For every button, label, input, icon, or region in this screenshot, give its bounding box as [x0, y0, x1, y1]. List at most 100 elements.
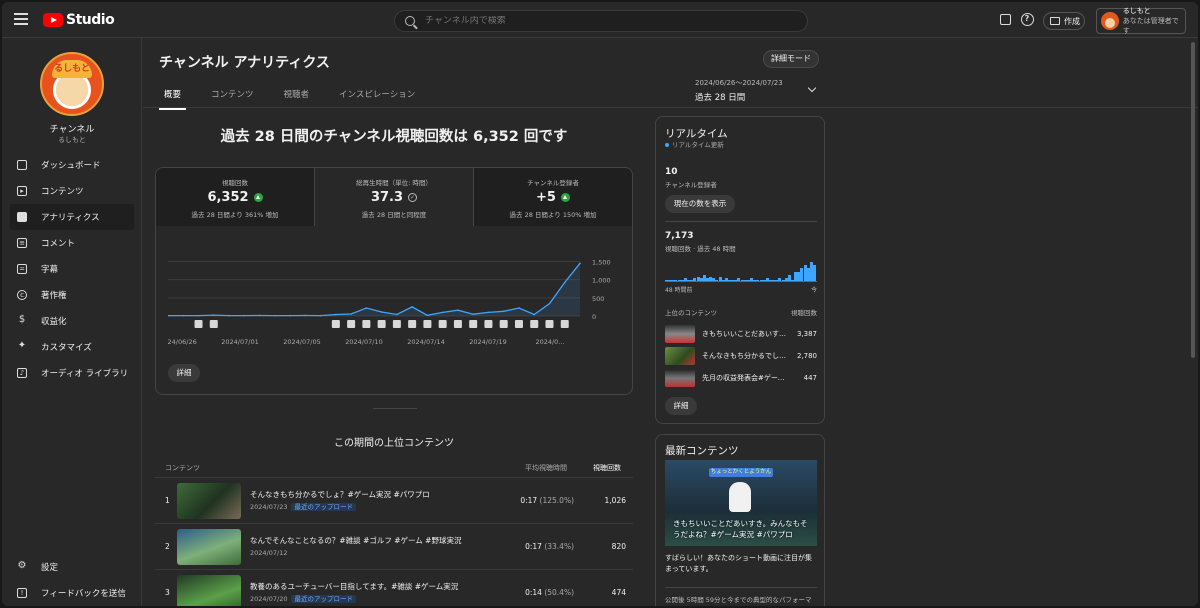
sidebar-item-dashboard[interactable]: ダッシュボード	[10, 152, 134, 178]
advanced-mode-button[interactable]: 詳細モード	[763, 50, 819, 68]
video-title[interactable]: なんでそんなことなるの？#雑談 #ゴルフ #ゲーム #野球実況	[250, 535, 510, 547]
tab-divider	[143, 107, 1198, 108]
sidebar-item-monetization[interactable]: $ 収益化	[10, 308, 134, 334]
sidebar-item-copyright[interactable]: c 著作権	[10, 282, 134, 308]
video-marker-icon	[392, 320, 401, 328]
youtube-play-icon	[43, 13, 63, 27]
hamburger-menu-icon[interactable]	[14, 13, 28, 25]
chart-detail-button[interactable]: 詳細	[168, 364, 200, 382]
x-tick-label: 2024/06/26	[168, 338, 197, 346]
channel-name: チャンネル	[49, 125, 95, 135]
realtime-list-item[interactable]: 先月の収益発表会#ゲーム… 447	[665, 369, 817, 387]
data-point	[319, 314, 322, 317]
arrow-up-icon	[560, 193, 570, 202]
sidebar-item-analytics[interactable]: アナリティクス	[10, 204, 134, 230]
metric-sub: 過去 28 日間より 361% 増加	[191, 211, 279, 219]
views-line-chart[interactable]: 1,500 1,000 500 0 2024/06/26 2024/07/01 2024/0…	[168, 248, 622, 358]
search-input[interactable]	[425, 16, 785, 26]
search-icon[interactable]	[405, 16, 415, 26]
item-title: そんなきもち分かるでし…	[702, 352, 786, 360]
data-point	[380, 311, 383, 313]
sidebar-item-subtitles[interactable]: = 字幕	[10, 256, 134, 282]
video-marker-icon	[209, 320, 218, 328]
avatar-cap-text: るしもと	[52, 60, 92, 78]
realtime-list-item[interactable]: そんなきもち分かるでし… 2,780	[665, 347, 817, 365]
video-title[interactable]: 教養のあるユーチューバー目指してます。#雑談 #ゲーム実況	[250, 581, 510, 593]
data-point	[411, 306, 413, 308]
avg-duration: 0:17	[525, 542, 542, 551]
account-switcher[interactable]: るしもと あなたは管理者です	[1096, 7, 1186, 35]
metric-sub: 過去 28 日間と同程度	[361, 211, 427, 219]
series-line	[168, 262, 581, 317]
metric-watch-time[interactable]: 総再生時間（単位: 時間） 37.3 ✓ 過去 28 日間と同程度	[315, 168, 474, 226]
sidebar-item-label: 著作権	[41, 291, 67, 301]
studio-logo[interactable]: Studio	[43, 12, 115, 28]
subtitles-icon[interactable]	[998, 12, 1012, 26]
metric-views[interactable]: 視聴回数 6,352 過去 28 日間より 361% 増加	[156, 168, 315, 226]
video-marker-icon	[438, 320, 447, 328]
recent-upload-badge: 最近のアップロード	[291, 594, 356, 603]
gear-icon: ⚙	[17, 560, 27, 571]
show-current-count-button[interactable]: 現在の数を表示	[665, 195, 735, 213]
latest-video-thumbnail[interactable]: ちょっとかくとようかん きもちいいことだあいすき。みんなもそうだよね？#ゲーム実…	[665, 460, 817, 546]
video-marker-icon	[347, 320, 356, 328]
col-header-views[interactable]: 視聴回数	[567, 463, 627, 473]
video-marker-icon	[469, 320, 478, 328]
create-label: 作成	[1064, 16, 1080, 26]
sidebar-item-customization[interactable]: ✦ カスタマイズ	[10, 334, 134, 360]
avg-duration: 0:14	[525, 588, 542, 597]
latest-content-title: 最新コンテンツ	[665, 445, 739, 457]
video-marker-icon	[514, 320, 523, 328]
sidebar-item-label: ダッシュボード	[41, 161, 101, 171]
avg-percent: (125.0%)	[539, 496, 574, 505]
data-point	[396, 313, 398, 316]
page-scrollbar[interactable]	[1191, 42, 1195, 358]
item-views: 2,780	[796, 352, 817, 360]
metric-subscribers[interactable]: チャンネル登録者 +5 過去 28 日間より 150% 増加	[474, 168, 632, 226]
views-count: 1,026	[604, 496, 626, 505]
account-name: るしもと	[1122, 7, 1151, 15]
data-point	[197, 314, 200, 317]
sidebar-item-feedback[interactable]: ! フィードバックを送信	[10, 580, 134, 606]
video-add-icon	[1050, 17, 1060, 25]
sidebar-item-content[interactable]: ▸ コンテンツ	[10, 178, 134, 204]
table-row[interactable]: 1 そんなきもち分かるでしょ？#ゲーム実況 #パワプロ 2024/07/23 最近…	[155, 478, 633, 524]
logo-text: Studio	[66, 12, 115, 28]
video-thumbnail	[665, 347, 695, 365]
y-tick-label: 500	[592, 295, 604, 303]
realtime-bar-chart[interactable]	[665, 253, 817, 282]
col-header-avg[interactable]: 平均視聴時間	[507, 463, 567, 473]
latest-video-caption: きもちいいことだあいすき。みんなもそうだよね？#ゲーム実況 #パワプロ	[673, 519, 808, 539]
x-tick-label: 2024/07/14	[407, 338, 444, 346]
main-content: チャンネル アナリティクス 詳細モード 概要 コンテンツ 視聴者 インスピレーシ…	[143, 38, 1198, 606]
search-box[interactable]	[394, 10, 808, 32]
table-row[interactable]: 2 なんでそんなことなるの？#雑談 #ゴルフ #ゲーム #野球実況 2024/0…	[155, 524, 633, 570]
video-marker-icon	[362, 320, 371, 328]
video-date: 2024/07/23	[250, 502, 288, 511]
x-tick-label: 2024/07/05	[283, 338, 320, 346]
divider	[665, 587, 817, 588]
sidebar-item-comments[interactable]: ≡ コメント	[10, 230, 134, 256]
date-range-text: 2024/06/26～2024/07/23	[695, 79, 783, 87]
x-tick-label: 2024/0...	[535, 338, 564, 346]
channel-avatar[interactable]: るしもと	[40, 52, 104, 116]
realtime-list-item[interactable]: きもちいいことだあいすき… 3,387	[665, 325, 817, 343]
video-marker-icon	[484, 320, 493, 328]
page-title: チャンネル アナリティクス	[159, 55, 330, 71]
top-content-table: コンテンツ 平均視聴時間 視聴回数 1 そんなきもち分かるでしょ？#ゲーム実況 …	[155, 458, 633, 606]
create-button[interactable]: 作成	[1043, 12, 1085, 30]
sidebar-item-label: フィードバックを送信	[41, 589, 126, 599]
sidebar-item-label: オーディオ ライブラリ	[41, 369, 129, 379]
data-point	[274, 314, 276, 317]
date-range-picker[interactable]: 2024/06/26～2024/07/23 過去 28 日間	[695, 78, 819, 103]
sidebar-item-audio-library[interactable]: ♪ オーディオ ライブラリ	[10, 360, 134, 386]
sidebar-item-settings[interactable]: ⚙ 設定	[10, 554, 134, 580]
realtime-views-label: 視聴回数 · 過去 48 時間	[665, 245, 736, 253]
channel-handle: るしもと	[58, 136, 86, 144]
realtime-detail-button[interactable]: 詳細	[665, 397, 697, 415]
video-title[interactable]: そんなきもち分かるでしょ？#ゲーム実況 #パワプロ	[250, 489, 510, 501]
video-thumbnail	[177, 528, 241, 565]
help-icon[interactable]: ?	[1020, 12, 1034, 26]
top-content-title: この期間の上位コンテンツ	[334, 438, 454, 449]
table-row[interactable]: 3 教養のあるユーチューバー目指してます。#雑談 #ゲーム実況 2024/07/…	[155, 570, 633, 606]
